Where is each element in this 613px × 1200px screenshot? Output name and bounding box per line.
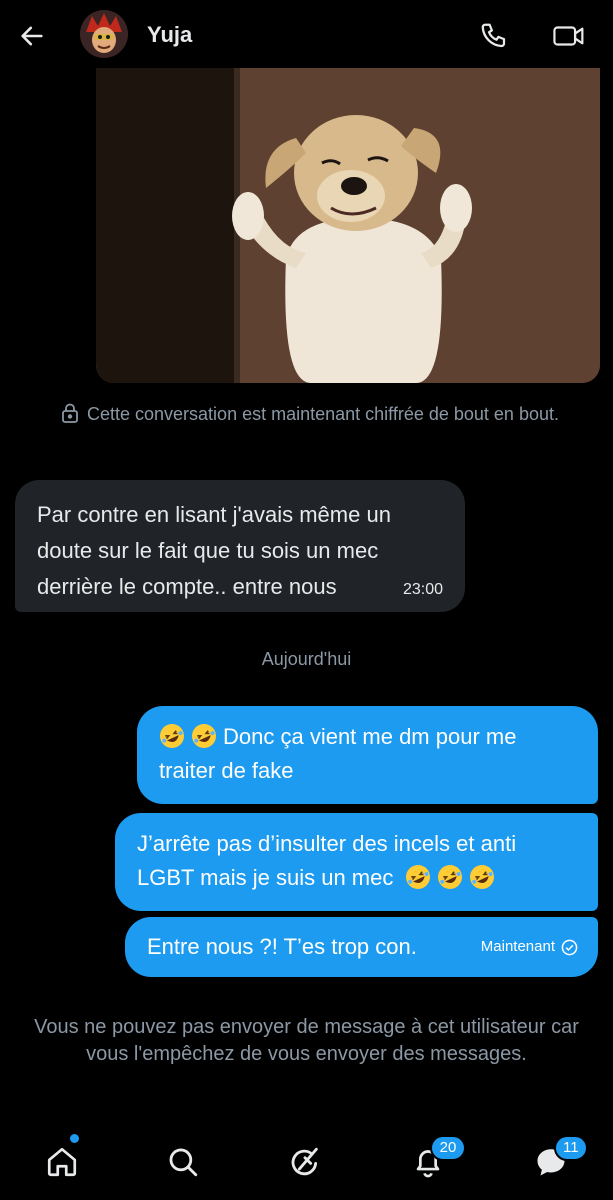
sent-check-icon (561, 939, 578, 955)
home-icon (47, 1147, 77, 1177)
lock-icon (61, 403, 79, 429)
day-separator: Aujourd'hui (261, 649, 352, 669)
blocked-notice: Vous ne pouvez pas envoyer de message à … (34, 1016, 579, 1065)
rofl-emoji-icon (191, 723, 217, 749)
phone-icon (481, 23, 506, 48)
outgoing-message-text: Entre nous ?! T’es trop con. (147, 934, 417, 959)
call-button[interactable] (476, 18, 512, 54)
back-button[interactable] (14, 18, 50, 54)
contact-name[interactable]: Yuja (147, 22, 192, 48)
search-icon (169, 1148, 198, 1177)
rofl-emoji-icon (159, 723, 185, 749)
incoming-message-text: Par contre en lisant j'avais même un dou… (37, 502, 391, 599)
nav-grok[interactable] (283, 1140, 327, 1184)
outgoing-message[interactable]: Entre nous ?! T’es trop con. Maintenant (125, 917, 598, 977)
conversation-header: Yuja (0, 0, 613, 70)
nav-search[interactable] (161, 1140, 205, 1184)
rofl-emoji-icon (437, 864, 463, 890)
nav-home[interactable] (40, 1140, 84, 1184)
encryption-notice-text: Cette conversation est maintenant chiffr… (87, 404, 559, 424)
video-camera-icon (553, 26, 584, 46)
incoming-message-time: 23:00 (402, 581, 443, 598)
outgoing-message[interactable]: J’arrête pas d’insulter des incels et an… (115, 813, 598, 911)
home-unread-dot (70, 1134, 79, 1143)
rofl-emoji-icon (469, 864, 495, 890)
avatar[interactable] (80, 10, 128, 58)
encryption-notice: Cette conversation est maintenant chiffr… (40, 402, 580, 429)
arrow-left-icon (21, 26, 43, 46)
message-time: Maintenant (480, 938, 555, 955)
image-message[interactable] (96, 68, 600, 383)
bottom-navigation (0, 1120, 613, 1200)
incoming-message[interactable]: Par contre en lisant j'avais même un dou… (15, 480, 465, 612)
rofl-emoji-icon (405, 864, 431, 890)
video-call-button[interactable] (550, 18, 588, 54)
outgoing-message[interactable]: Donc ça vient me dm pour me traiter de f… (137, 706, 598, 804)
dog-image (96, 68, 600, 383)
message-meta: Maintenant (481, 937, 578, 957)
grok-icon (291, 1147, 318, 1176)
notifications-badge: 20 (430, 1135, 466, 1161)
messages-badge: 11 (554, 1135, 588, 1161)
